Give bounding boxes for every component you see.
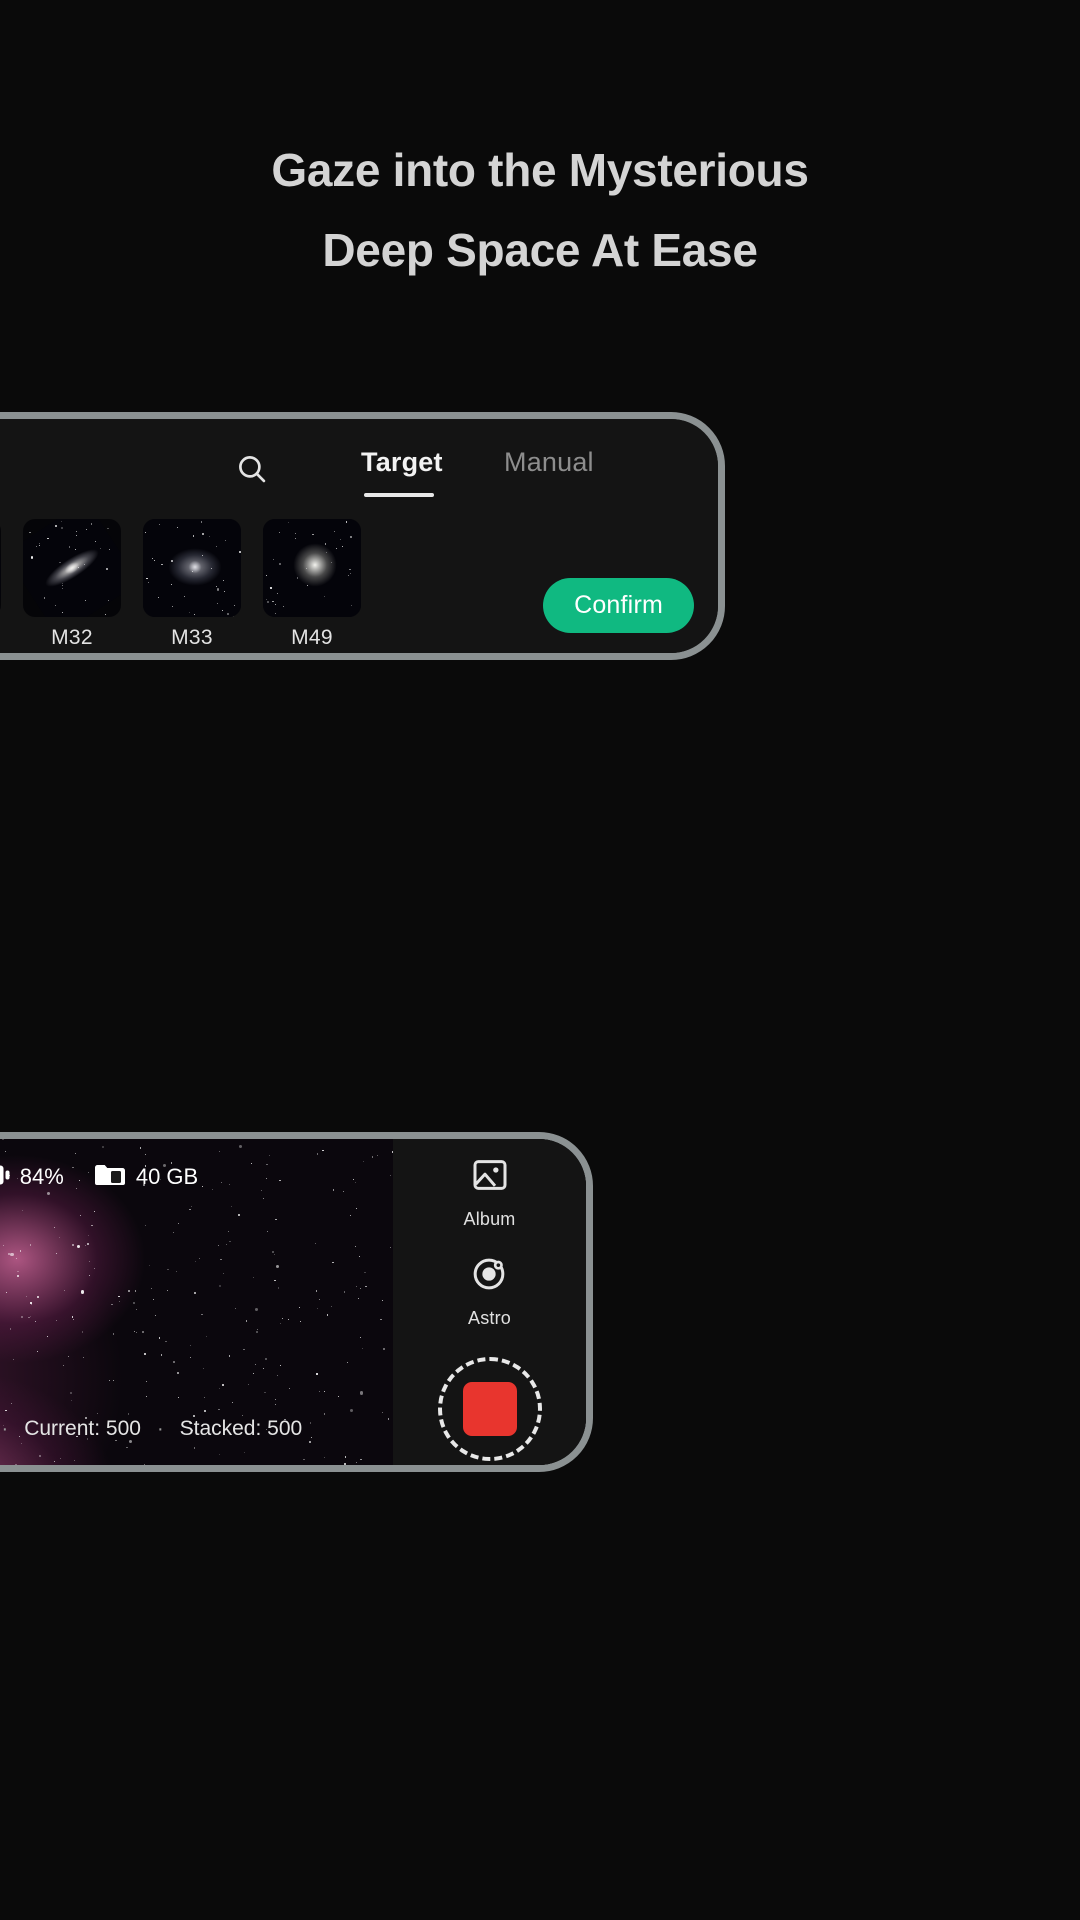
camera-control-rail: Album Astro <box>393 1139 586 1465</box>
shutter-inner-square <box>462 1382 517 1436</box>
storage-status: 40 GB <box>94 1164 198 1191</box>
stat-stacked: Stacked: 500 <box>179 1417 303 1440</box>
target-label: M49 <box>291 626 333 649</box>
album-button[interactable]: Album <box>463 1155 515 1230</box>
camera-screen: 84% 40 GB Album Astro · Current: 500 · S… <box>0 1139 586 1465</box>
target-cell[interactable]: M33 <box>143 519 241 650</box>
shutter-button[interactable] <box>437 1357 542 1461</box>
target-thumbnail[interactable] <box>0 519 1 617</box>
target-picker-screen: Target Manual IC1613 <box>0 419 718 653</box>
storage-folder-icon <box>94 1164 126 1191</box>
target-cell[interactable]: M49 <box>263 519 361 650</box>
astro-orbit-icon <box>469 1254 509 1299</box>
stat-separator: · <box>1 1417 9 1440</box>
target-picker-device: Target Manual IC1613 <box>0 412 725 660</box>
stat-current: Current: 500 <box>24 1417 141 1440</box>
target-label: M31 <box>0 626 1 650</box>
album-label: Album <box>463 1209 516 1229</box>
page-title: Gaze into the Mysterious Deep Space At E… <box>0 130 1080 290</box>
confirm-button[interactable]: Confirm <box>543 578 694 633</box>
target-thumbnail[interactable] <box>23 519 121 617</box>
battery-icon <box>0 1165 10 1190</box>
album-image-icon <box>470 1155 510 1200</box>
tab-target[interactable]: Target <box>361 447 443 478</box>
target-label: M32 <box>51 626 93 649</box>
storage-value: 40 GB <box>135 1164 199 1189</box>
target-thumbnail[interactable] <box>143 519 241 617</box>
search-icon[interactable] <box>230 447 274 491</box>
shutter-record-button[interactable] <box>437 1357 542 1461</box>
battery-status: 84% <box>0 1164 64 1190</box>
target-cell[interactable]: M31 <box>0 519 1 650</box>
astro-button[interactable]: Astro <box>468 1254 511 1329</box>
battery-value: 84% <box>19 1164 64 1189</box>
target-label: M33 <box>171 626 213 649</box>
target-thumbnail[interactable] <box>263 519 361 617</box>
capture-stats: · Total: 999 · Current: 500 · Stacked: 5… <box>0 1417 407 1441</box>
stat-separator: · <box>156 1417 164 1440</box>
camera-status-bar: 84% 40 GB <box>0 1157 407 1197</box>
tab-manual[interactable]: Manual <box>504 447 594 478</box>
target-picker-tabbar: Target Manual <box>0 419 718 509</box>
camera-device: 84% 40 GB Album Astro · Current: 500 · S… <box>0 1132 593 1472</box>
astro-label: Astro <box>467 1308 511 1328</box>
headline-line-1: Gaze into the Mysterious <box>271 144 809 196</box>
headline-line-2: Deep Space At Ease <box>322 224 758 276</box>
tab-active-indicator <box>364 493 434 497</box>
target-cell[interactable]: M32 <box>23 519 121 650</box>
page-root: Gaze into the Mysterious Deep Space At E… <box>0 0 1080 1920</box>
